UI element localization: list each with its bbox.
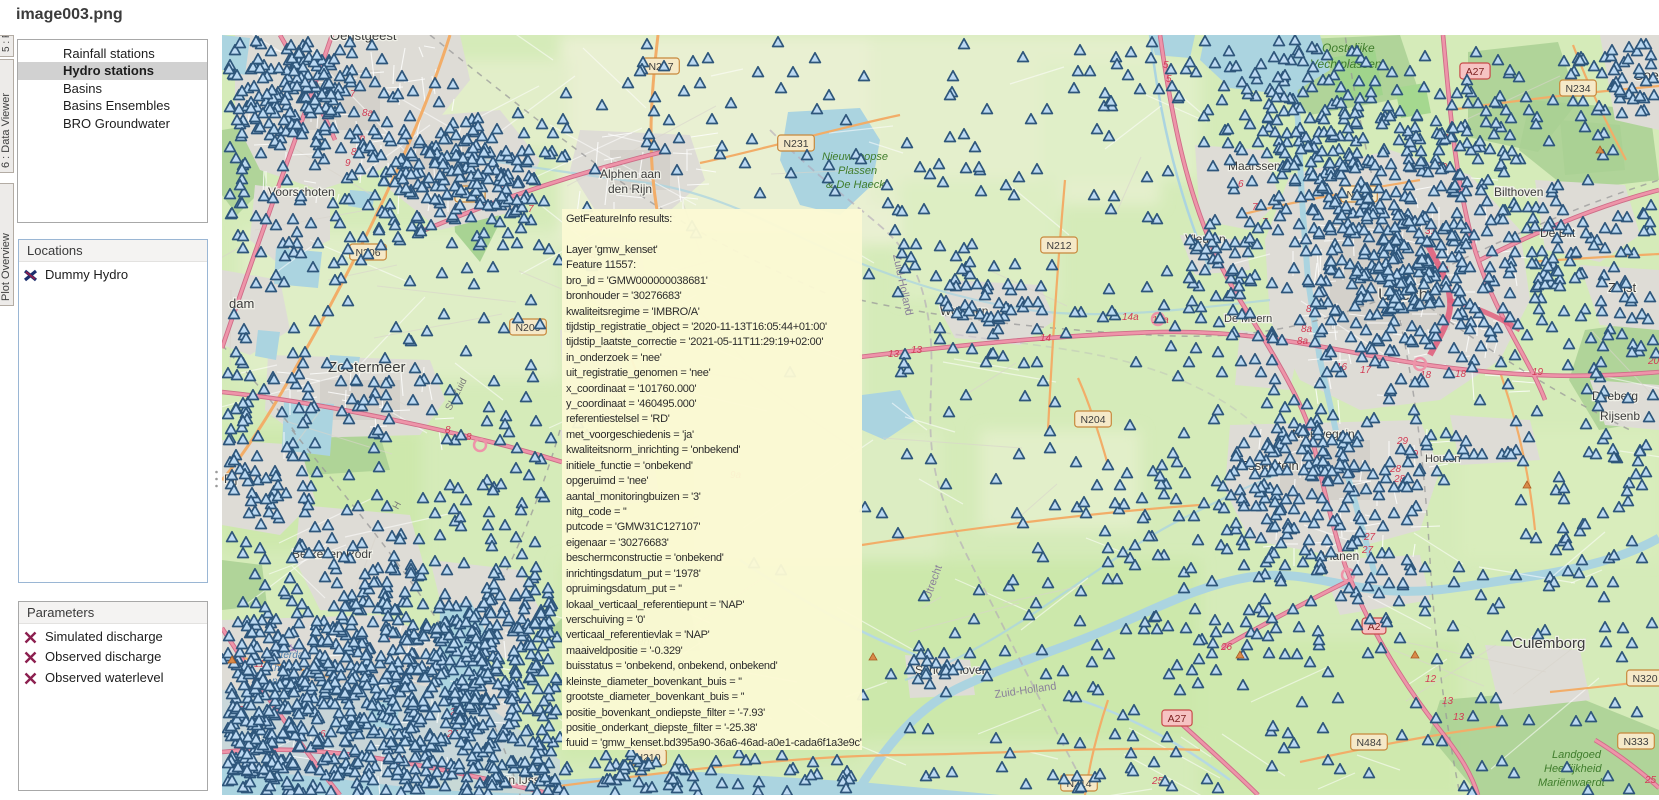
svg-text:18: 18 — [1455, 369, 1467, 380]
svg-text:8a: 8a — [1301, 324, 1313, 335]
svg-text:Vechtplassen: Vechtplassen — [1310, 57, 1382, 71]
svg-text:9: 9 — [345, 158, 351, 169]
svg-text:Alphen aan: Alphen aan — [600, 167, 661, 181]
svg-text:Bilthoven: Bilthoven — [1494, 185, 1543, 199]
svg-text:Heerlijkheid: Heerlijkheid — [1544, 763, 1602, 775]
svg-text:26: 26 — [1220, 642, 1233, 653]
svg-text:17: 17 — [1360, 365, 1372, 376]
svg-text:N320: N320 — [1632, 673, 1657, 685]
svg-text:N234: N234 — [1565, 83, 1590, 95]
svg-text:8a: 8a — [1297, 336, 1309, 347]
svg-text:13: 13 — [911, 345, 923, 356]
svg-text:N204: N204 — [1080, 414, 1105, 426]
svg-text:Landgoed: Landgoed — [1552, 749, 1602, 761]
svg-text:Houten: Houten — [1425, 453, 1460, 465]
svg-text:Oegstgeest: Oegstgeest — [330, 35, 397, 43]
svg-text:14: 14 — [1040, 333, 1052, 344]
svg-text:27: 27 — [1363, 532, 1376, 543]
svg-text:Zoetermeer: Zoetermeer — [328, 359, 406, 376]
svg-text:N333: N333 — [1623, 736, 1648, 748]
svg-text:13: 13 — [888, 349, 900, 360]
svg-text:A27: A27 — [1168, 713, 1187, 725]
svg-text:13: 13 — [1453, 712, 1465, 723]
svg-text:dam: dam — [229, 296, 254, 311]
svg-text:19: 19 — [1532, 367, 1544, 378]
svg-text:Mariënwaerdt: Mariënwaerdt — [1538, 777, 1606, 789]
svg-text:Culemborg: Culemborg — [1512, 635, 1585, 652]
svg-text:14a: 14a — [1122, 312, 1139, 323]
svg-text:Plassen: Plassen — [838, 165, 877, 177]
svg-text:6: 6 — [1238, 179, 1244, 190]
svg-text:13: 13 — [1442, 696, 1454, 707]
svg-text:8: 8 — [466, 432, 472, 443]
svg-text:N484: N484 — [1356, 737, 1381, 749]
svg-text:den Rijn: den Rijn — [608, 182, 652, 196]
svg-text:7: 7 — [528, 204, 534, 215]
svg-text:Rijsenb: Rijsenb — [1600, 409, 1640, 423]
svg-text:12: 12 — [1425, 674, 1437, 685]
svg-text:N231: N231 — [783, 138, 808, 150]
svg-text:25: 25 — [1644, 775, 1657, 786]
svg-text:N212: N212 — [1046, 240, 1071, 252]
